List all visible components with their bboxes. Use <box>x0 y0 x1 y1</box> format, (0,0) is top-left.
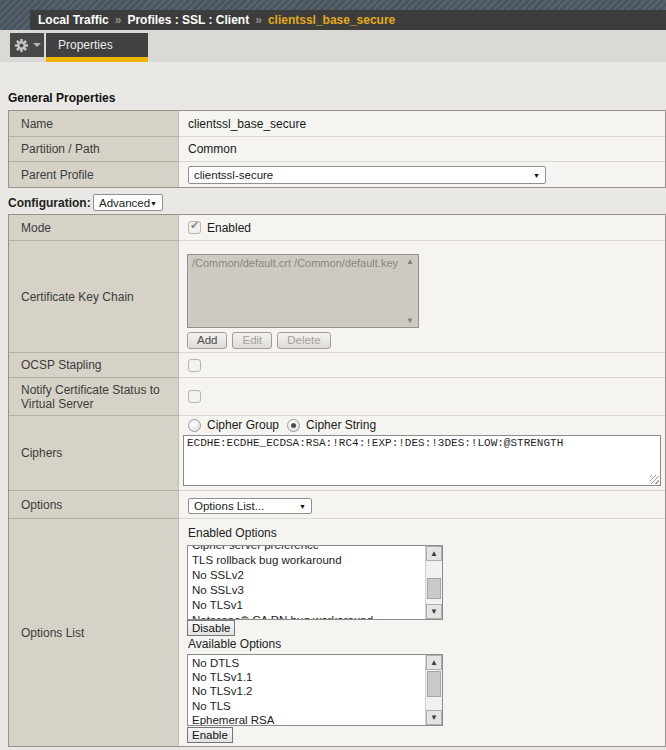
enable-button[interactable]: Enable <box>187 727 233 743</box>
row-ocsp-stapling: OCSP Stapling <box>9 352 665 377</box>
row-certificate-key-chain: Certificate Key Chain /Common/default.cr… <box>9 240 665 352</box>
breadcrumb-path[interactable]: Profiles : SSL : Client <box>127 13 249 27</box>
tab-properties[interactable]: Properties <box>46 33 148 57</box>
general-properties-heading: General Properties <box>8 91 115 105</box>
notify-cert-status-label: Notify Certificate Status to Virtual Ser… <box>9 377 179 415</box>
table-row: Name clientssl_base_secure <box>9 111 665 136</box>
list-item[interactable]: No TLS <box>192 699 424 713</box>
cert-key-chain-label: Certificate Key Chain <box>9 240 179 352</box>
notify-cert-status-checkbox[interactable] <box>188 390 201 403</box>
list-item[interactable]: No SSLv2 <box>192 568 424 583</box>
name-value: clientssl_base_secure <box>188 117 306 131</box>
mode-label: Mode <box>9 215 179 240</box>
cipher-string-radio-label: Cipher String <box>306 418 376 432</box>
parent-profile-selected: clientssl-secure <box>194 169 273 181</box>
mode-checkbox[interactable] <box>188 221 201 234</box>
menu-gear-button[interactable] <box>10 33 44 57</box>
options-list-label: Options List <box>9 518 179 746</box>
row-notify-cert-status: Notify Certificate Status to Virtual Ser… <box>9 377 665 415</box>
list-item[interactable]: No SSLv3 <box>192 583 424 598</box>
scroll-down-icon[interactable]: ▼ <box>426 710 442 725</box>
ocsp-stapling-label: OCSP Stapling <box>9 352 179 377</box>
configuration-label: Configuration: <box>8 196 91 210</box>
configuration-table: Mode Enabled Certificate Key Chain /Comm… <box>8 214 666 747</box>
breadcrumb-separator: » <box>255 13 262 27</box>
chevron-down-icon <box>33 43 41 47</box>
cipher-group-radio-label: Cipher Group <box>207 418 279 432</box>
ciphers-label: Ciphers <box>9 415 179 490</box>
select-caret-icon: ▼ <box>299 503 306 510</box>
row-options-list: Options List Enabled Options Cipher serv… <box>9 518 665 746</box>
cipher-group-radio[interactable] <box>188 419 201 432</box>
row-label-parent-profile: Parent Profile <box>9 161 179 187</box>
certificate-key-chain-listbox[interactable]: /Common/default.crt /Common/default.key … <box>187 254 419 328</box>
scroll-up-icon[interactable]: ▲ <box>426 546 442 561</box>
row-ciphers: Ciphers Cipher Group Cipher String ECDHE… <box>9 415 665 490</box>
row-mode: Mode Enabled <box>9 215 665 240</box>
mode-checkbox-label: Enabled <box>207 221 251 235</box>
breadcrumb-current-page: clientssl_base_secure <box>268 13 395 27</box>
scroll-down-icon[interactable]: ▼ <box>402 316 418 325</box>
scroll-up-icon[interactable]: ▲ <box>426 655 442 670</box>
delete-button[interactable]: Delete <box>277 332 330 349</box>
resize-handle-icon[interactable] <box>650 475 659 484</box>
list-item[interactable]: TLS rollback bug workaround <box>192 553 424 568</box>
cipher-string-radio[interactable] <box>287 419 300 432</box>
edit-button[interactable]: Edit <box>232 332 272 349</box>
select-caret-icon: ▼ <box>533 172 540 179</box>
listbox-scrollbar[interactable]: ▲ ▼ <box>402 255 418 327</box>
row-options: Options Options List... ▼ <box>9 490 665 518</box>
disable-button[interactable]: Disable <box>187 620 235 636</box>
parent-profile-select[interactable]: clientssl-secure ▼ <box>188 166 546 184</box>
list-item[interactable]: No TLSv1.2 <box>192 684 424 698</box>
general-properties-table: Name clientssl_base_secure Partition / P… <box>8 110 666 188</box>
breadcrumb: Local Traffic » Profiles : SSL : Client … <box>30 10 666 30</box>
breadcrumb-separator: » <box>115 13 122 27</box>
list-item[interactable]: No DTLS <box>192 656 424 670</box>
list-item[interactable]: Ephemeral RSA <box>192 713 424 726</box>
list-item[interactable]: Netscape® CA DN bug workaround <box>192 613 424 620</box>
list-item[interactable]: No TLSv1 <box>192 598 424 613</box>
list-item[interactable]: Cipher server preference <box>192 545 424 553</box>
cipher-string-value: ECDHE:ECDHE_ECDSA:RSA:!RC4:!EXP:!DES:!3D… <box>187 437 563 449</box>
scroll-down-icon[interactable]: ▼ <box>426 604 442 619</box>
row-label-name: Name <box>9 111 179 136</box>
table-row: Partition / Path Common <box>9 136 665 161</box>
tab-active-indicator <box>46 57 148 62</box>
options-label: Options <box>9 490 179 518</box>
listbox-scrollbar[interactable]: ▲ ▼ <box>425 546 442 619</box>
configuration-level-selected: Advanced <box>99 197 150 209</box>
gear-icon <box>14 38 29 53</box>
add-button[interactable]: Add <box>187 332 227 349</box>
cipher-string-textarea[interactable]: ECDHE:ECDHE_ECDSA:RSA:!RC4:!EXP:!DES:!3D… <box>183 435 661 486</box>
partition-value: Common <box>188 142 237 156</box>
available-options-heading: Available Options <box>188 637 281 651</box>
options-selected: Options List... <box>194 500 264 512</box>
table-row: Parent Profile clientssl-secure ▼ <box>9 161 665 187</box>
enabled-options-listbox[interactable]: Cipher server preference TLS rollback bu… <box>187 545 443 620</box>
scrollbar-thumb[interactable] <box>427 578 441 599</box>
ocsp-stapling-checkbox[interactable] <box>188 359 201 372</box>
row-label-partition: Partition / Path <box>9 136 179 161</box>
scroll-up-icon[interactable]: ▲ <box>402 257 418 266</box>
configuration-level-select[interactable]: Advanced ▼ <box>93 194 163 211</box>
breadcrumb-section[interactable]: Local Traffic <box>38 13 109 27</box>
listbox-scrollbar[interactable]: ▲ ▼ <box>425 655 442 725</box>
options-select[interactable]: Options List... ▼ <box>188 498 312 514</box>
list-item[interactable]: No TLSv1.1 <box>192 670 424 684</box>
certificate-entry[interactable]: /Common/default.crt /Common/default.key <box>192 257 398 269</box>
enabled-options-heading: Enabled Options <box>188 526 277 540</box>
select-caret-icon: ▼ <box>150 199 157 206</box>
available-options-listbox[interactable]: No DTLS No TLSv1.1 No TLSv1.2 No TLS Eph… <box>187 654 443 726</box>
scrollbar-thumb[interactable] <box>427 671 441 697</box>
